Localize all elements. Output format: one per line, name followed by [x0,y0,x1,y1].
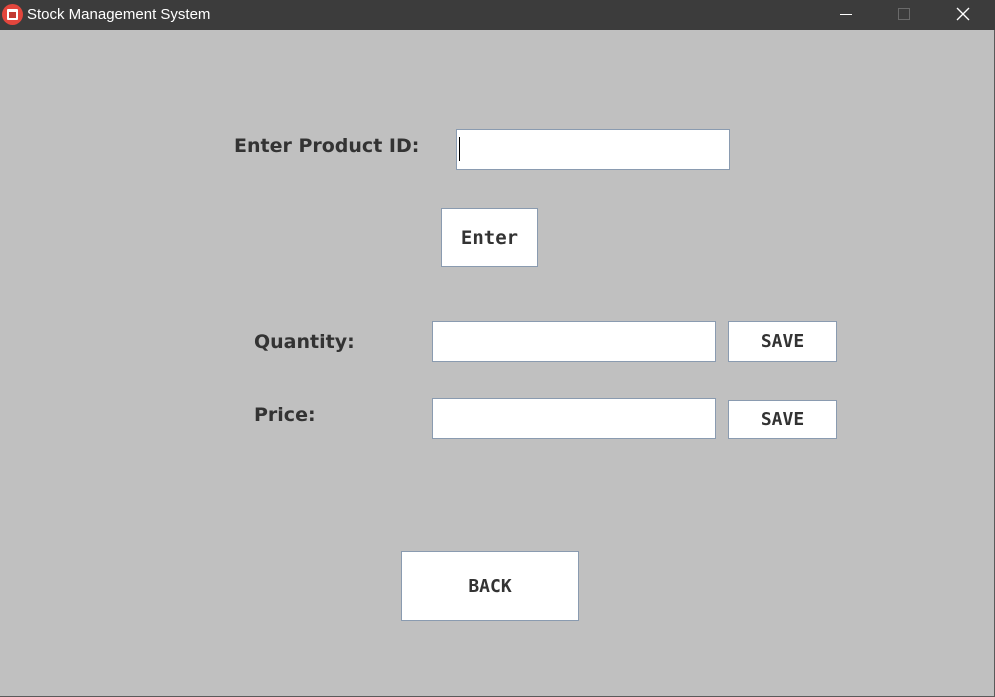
close-icon [956,7,970,21]
price-label: Price: [254,404,316,426]
minimize-button[interactable] [817,0,875,30]
enter-button[interactable]: Enter [441,208,538,267]
maximize-icon [898,8,910,20]
quantity-save-button[interactable]: SAVE [728,321,837,362]
product-id-input[interactable] [456,129,730,170]
close-button[interactable] [933,0,991,30]
price-input[interactable] [432,398,716,439]
window-title: Stock Management System [27,6,211,23]
text-caret [459,137,460,161]
app-icon [2,4,23,25]
minimize-icon [840,14,852,15]
app-window: Stock Management System Enter Product ID… [0,0,995,697]
quantity-label: Quantity: [254,331,355,353]
quantity-input[interactable] [432,321,716,362]
back-button[interactable]: BACK [401,551,579,621]
title-bar[interactable]: Stock Management System [0,0,995,30]
product-id-label: Enter Product ID: [234,135,420,157]
maximize-button[interactable] [875,0,933,30]
price-save-button[interactable]: SAVE [728,400,837,439]
